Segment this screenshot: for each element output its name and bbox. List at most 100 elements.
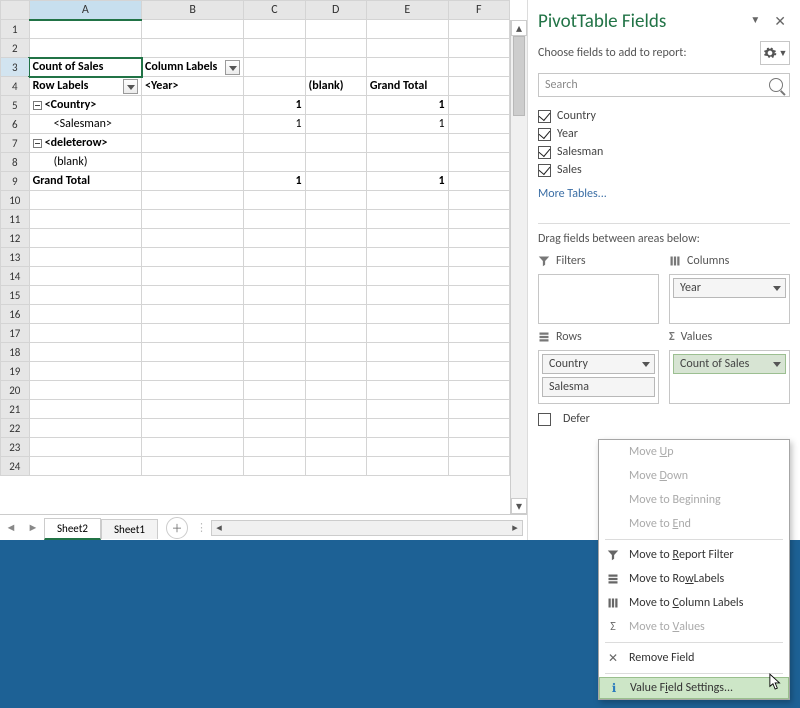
col-header-e[interactable]: E xyxy=(366,1,448,20)
pane-close-button[interactable]: ✕ xyxy=(770,11,790,32)
fields-search-input[interactable]: Search xyxy=(538,73,790,97)
row-header[interactable]: 3 xyxy=(1,58,30,77)
select-all-corner[interactable] xyxy=(1,1,30,20)
menu-move-down: Move Down xyxy=(599,464,789,488)
field-sales[interactable]: Sales xyxy=(538,161,790,179)
pane-title: PivotTable Fields xyxy=(538,10,666,33)
col-header-f[interactable]: F xyxy=(448,1,509,20)
menu-remove-field[interactable]: ✕Remove Field xyxy=(599,646,789,670)
menu-move-beginning: Move to Beginning xyxy=(599,488,789,512)
cell-a5[interactable]: <Country> xyxy=(29,96,141,115)
row-header[interactable]: 2 xyxy=(1,39,30,58)
sheet-tab-strip: ◄ ► Sheet2 Sheet1 ＋ ⋮ ◂ ▸ xyxy=(0,514,527,540)
horizontal-scrollbar[interactable]: ◂ ▸ xyxy=(211,520,523,536)
checkbox-icon[interactable] xyxy=(538,146,551,159)
row-header[interactable]: 9 xyxy=(1,172,30,191)
scroll-left-icon[interactable]: ◂ xyxy=(212,521,226,535)
mouse-cursor-icon xyxy=(769,673,783,691)
remove-icon: ✕ xyxy=(605,650,621,666)
collapse-icon[interactable] xyxy=(33,139,42,148)
more-tables-link[interactable]: More Tables... xyxy=(538,183,790,205)
sigma-icon: Σ xyxy=(605,619,621,635)
grid[interactable]: A B C D E F 1 2 3 Count of Sales Column … xyxy=(0,0,510,476)
cell-e6[interactable]: 1 xyxy=(366,115,448,134)
col-header-b[interactable]: B xyxy=(142,1,244,20)
pane-subtitle: Choose fields to add to report: xyxy=(538,46,687,60)
row-field-salesman[interactable]: Salesma xyxy=(542,377,655,397)
row-header[interactable]: 7 xyxy=(1,134,30,153)
row-header[interactable]: 1 xyxy=(1,20,30,39)
search-icon xyxy=(769,78,783,92)
cell-b3[interactable]: Column Labels xyxy=(142,58,244,77)
col-header-a[interactable]: A xyxy=(29,1,141,20)
field-year[interactable]: Year xyxy=(538,125,790,143)
cell-b4[interactable]: <Year> xyxy=(142,77,244,96)
row-labels-dropdown[interactable] xyxy=(123,79,138,94)
menu-move-row-labels[interactable]: Move to Row Labels xyxy=(599,567,789,591)
rows-dropzone[interactable]: Country Salesma xyxy=(538,350,659,404)
scroll-right-icon[interactable]: ▸ xyxy=(508,521,522,535)
columns-icon xyxy=(605,595,621,611)
checkbox-icon[interactable] xyxy=(538,164,551,177)
rows-icon xyxy=(538,331,550,343)
cell-e9[interactable]: 1 xyxy=(366,172,448,191)
field-country[interactable]: Country xyxy=(538,107,790,125)
filters-dropzone[interactable] xyxy=(538,274,659,324)
cell-a4[interactable]: Row Labels xyxy=(29,77,141,96)
value-field-count-of-sales[interactable]: Count of Sales xyxy=(673,354,786,374)
pane-menu-dropdown[interactable]: ▼ xyxy=(746,11,764,32)
field-list: Country Year Salesman Sales More Tables.… xyxy=(538,107,790,205)
layout-options-button[interactable]: ▼ xyxy=(760,41,790,65)
cell-e5[interactable]: 1 xyxy=(366,96,448,115)
checkbox-icon[interactable] xyxy=(538,110,551,123)
checkbox-icon[interactable] xyxy=(538,128,551,141)
scroll-up-icon[interactable]: ▴ xyxy=(511,20,527,36)
row-field-country[interactable]: Country xyxy=(542,354,655,374)
drag-areas-label: Drag fields between areas below: xyxy=(538,232,790,246)
menu-move-column-labels[interactable]: Move to Column Labels xyxy=(599,591,789,615)
menu-move-end: Move to End xyxy=(599,512,789,536)
cell-a3[interactable]: Count of Sales xyxy=(29,58,141,77)
row-header[interactable]: 5 xyxy=(1,96,30,115)
columns-icon xyxy=(669,255,681,267)
sheet-tab-active[interactable]: Sheet2 xyxy=(44,518,101,540)
defer-checkbox[interactable] xyxy=(538,413,551,426)
row-header[interactable]: 8 xyxy=(1,153,30,172)
cell-a9[interactable]: Grand Total xyxy=(29,172,141,191)
col-header-c[interactable]: C xyxy=(244,1,305,20)
rows-icon xyxy=(605,571,621,587)
rows-header: Rows xyxy=(538,330,659,344)
tab-nav-prev[interactable]: ◄ xyxy=(2,519,20,537)
row-header[interactable]: 4 xyxy=(1,77,30,96)
column-labels-dropdown[interactable] xyxy=(225,60,240,75)
vertical-scrollbar[interactable]: ▴ ▾ xyxy=(510,20,527,514)
field-salesman[interactable]: Salesman xyxy=(538,143,790,161)
cell-a6[interactable]: <Salesman> xyxy=(29,115,141,134)
new-sheet-button[interactable]: ＋ xyxy=(166,517,188,539)
cell-a7[interactable]: <deleterow> xyxy=(29,134,141,153)
collapse-icon[interactable] xyxy=(33,101,42,110)
cell-a8[interactable]: (blank) xyxy=(29,153,141,172)
info-icon: ℹ xyxy=(606,680,622,696)
cell-c6[interactable]: 1 xyxy=(244,115,305,134)
values-dropzone[interactable]: Count of Sales xyxy=(669,350,790,404)
menu-value-field-settings[interactable]: ℹValue Field Settings... xyxy=(599,677,789,699)
menu-move-report-filter[interactable]: Move to Report Filter xyxy=(599,543,789,567)
column-field-year[interactable]: Year xyxy=(673,278,786,298)
value-field-context-menu: Move Up Move Down Move to Beginning Move… xyxy=(598,439,790,700)
columns-dropzone[interactable]: Year xyxy=(669,274,790,324)
sigma-icon: Σ xyxy=(669,330,675,344)
cell-e4[interactable]: Grand Total xyxy=(366,77,448,96)
row-header[interactable]: 6 xyxy=(1,115,30,134)
cell-c9[interactable]: 1 xyxy=(244,172,305,191)
chevron-down-icon xyxy=(642,362,650,367)
spreadsheet-area: A B C D E F 1 2 3 Count of Sales Column … xyxy=(0,0,528,540)
cell-c5[interactable]: 1 xyxy=(244,96,305,115)
chevron-down-icon xyxy=(773,362,781,367)
col-header-d[interactable]: D xyxy=(305,1,366,20)
cell-d4[interactable]: (blank) xyxy=(305,77,366,96)
scroll-down-icon[interactable]: ▾ xyxy=(511,498,527,514)
tab-nav-next[interactable]: ► xyxy=(24,519,42,537)
filters-header: Filters xyxy=(538,254,659,268)
sheet-tab[interactable]: Sheet1 xyxy=(101,519,158,539)
